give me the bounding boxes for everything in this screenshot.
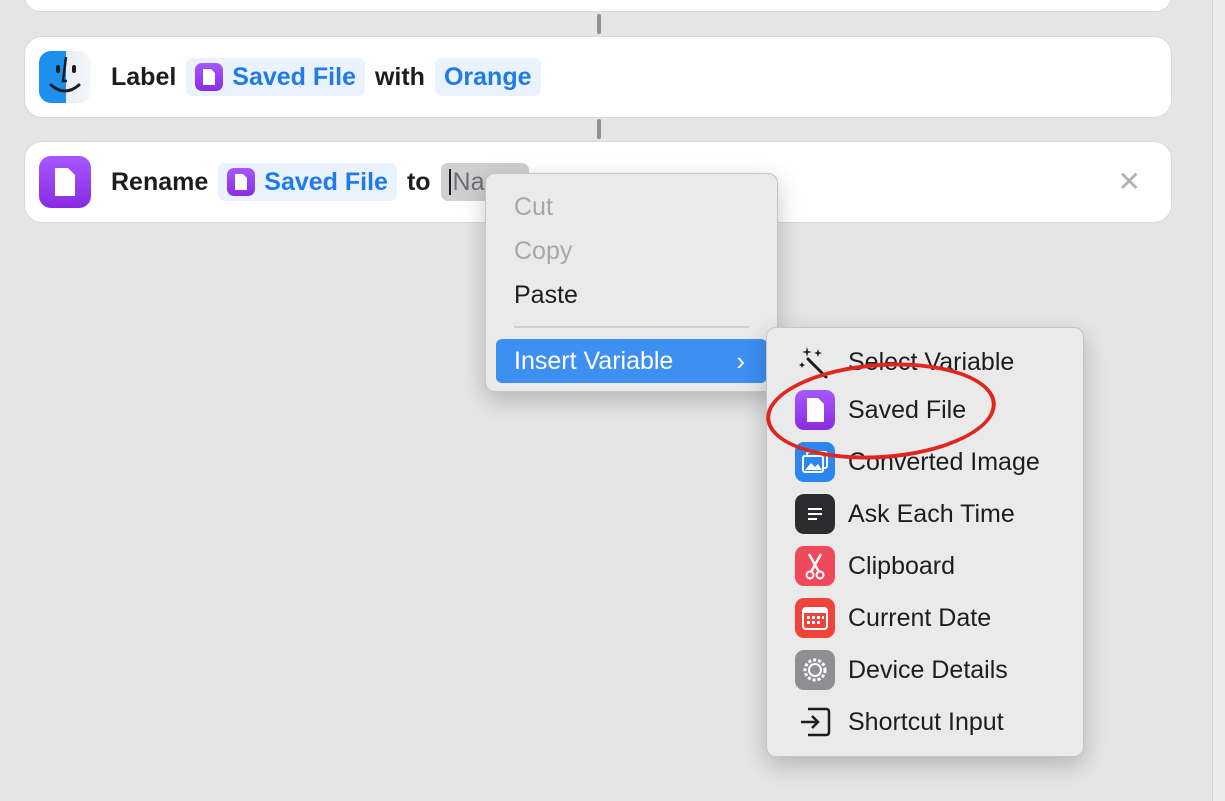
menu-item-paste[interactable]: Paste — [496, 273, 767, 317]
menu-item-cut[interactable]: Cut — [496, 185, 767, 229]
document-icon — [39, 156, 91, 208]
saved-file-token[interactable]: Saved File — [218, 163, 397, 201]
connector-line — [597, 119, 601, 139]
document-icon — [195, 63, 224, 91]
with-word: with — [374, 62, 425, 91]
rename-verb: Rename — [111, 167, 209, 196]
menu-item-label: Device Details — [848, 655, 1008, 684]
context-menu: Cut Copy Paste Insert Variable › — [485, 173, 778, 392]
menu-separator — [514, 326, 749, 328]
menu-item-label: Current Date — [848, 603, 992, 632]
to-word: to — [406, 167, 431, 196]
menu-item-label: Cut — [514, 192, 553, 221]
text-caret — [448, 169, 451, 195]
scissors-icon — [795, 546, 835, 586]
menu-item-device-details[interactable]: Device Details — [795, 648, 1008, 692]
rename-action-row: Rename Saved File to Na — [39, 156, 529, 208]
menu-item-ask-each-time[interactable]: Ask Each Time — [795, 492, 1015, 536]
input-arrow-icon — [795, 702, 835, 742]
previous-action-card — [24, 0, 1172, 12]
document-icon — [227, 168, 256, 196]
menu-item-label: Clipboard — [848, 551, 956, 580]
gear-icon — [795, 650, 835, 690]
color-token[interactable]: Orange — [434, 58, 541, 96]
menu-item-copy[interactable]: Copy — [496, 229, 767, 273]
label-action-row: Label Saved File with Orange — [39, 51, 551, 103]
finder-icon — [39, 51, 91, 103]
calendar-icon — [795, 598, 835, 638]
token-label: Saved File — [264, 167, 388, 196]
close-icon[interactable]: ✕ — [1118, 168, 1141, 196]
token-label: Saved File — [232, 62, 356, 91]
color-label: Orange — [443, 62, 532, 91]
label-verb: Label — [111, 62, 177, 91]
menu-item-current-date[interactable]: Current Date — [795, 596, 991, 640]
menu-item-clipboard[interactable]: Clipboard — [795, 544, 955, 588]
menu-item-label: Ask Each Time — [848, 499, 1015, 528]
label-action-card[interactable]: Label Saved File with Orange — [24, 36, 1172, 118]
speech-bubble-icon — [795, 494, 835, 534]
menu-item-label: Paste — [514, 280, 578, 309]
menu-item-insert-variable[interactable]: Insert Variable › — [496, 339, 767, 383]
scrollbar[interactable] — [1212, 0, 1225, 801]
menu-item-label: Insert Variable — [514, 346, 674, 375]
name-input-value: Na — [452, 167, 485, 196]
menu-item-label: Shortcut Input — [848, 707, 1004, 736]
menu-item-label: Copy — [514, 236, 573, 265]
chevron-right-icon: › — [736, 346, 745, 376]
menu-item-shortcut-input[interactable]: Shortcut Input — [795, 700, 1004, 744]
connector-line — [597, 14, 601, 34]
saved-file-token[interactable]: Saved File — [186, 58, 365, 96]
